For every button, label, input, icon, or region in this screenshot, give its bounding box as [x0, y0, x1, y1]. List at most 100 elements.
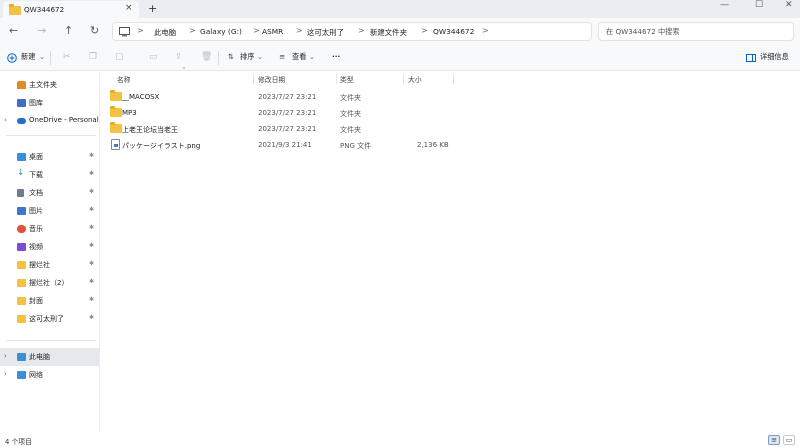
column-divider[interactable]: [453, 74, 454, 84]
expand-chevron-icon[interactable]: ›: [4, 352, 7, 360]
column-header-size[interactable]: 大小: [408, 74, 422, 84]
sidebar-item-pictures[interactable]: 图片 ✱: [0, 202, 99, 220]
tab-qw344672[interactable]: QW344672 ×: [3, 1, 139, 18]
sidebar-item-downloads[interactable]: ↓ 下载 ✱: [0, 166, 99, 184]
sort-button[interactable]: 排序: [240, 52, 254, 62]
toolbar-divider: [50, 51, 51, 65]
file-type: 文件夹: [340, 110, 361, 118]
breadcrumb-separator: >: [253, 26, 260, 35]
sidebar-item-label: 网络: [29, 371, 43, 379]
file-size: 2,136 KB: [417, 141, 449, 149]
back-button[interactable]: ←: [9, 24, 18, 37]
folder-icon: [17, 297, 26, 305]
details-view-button[interactable]: ≡: [768, 435, 780, 445]
copy-icon[interactable]: ❐: [89, 52, 97, 62]
breadcrumb-separator: >: [137, 26, 144, 35]
file-modified: 2021/9/3 21:41: [258, 141, 312, 149]
sidebar-item-videos[interactable]: 视频 ✱: [0, 238, 99, 256]
file-name: __MACOSX: [122, 93, 160, 101]
file-row[interactable]: パッケージイラスト.png 2021/9/3 21:41 PNG 文件 2,13…: [105, 137, 535, 153]
minimize-button[interactable]: —: [720, 0, 729, 14]
sidebar-item-desktop[interactable]: 桌面 ✱: [0, 148, 99, 166]
new-dropdown-chevron-icon[interactable]: ⌄: [39, 52, 45, 61]
column-header-modified[interactable]: 修改日期: [258, 74, 285, 84]
sidebar-item-network[interactable]: › 网络: [0, 366, 99, 384]
pin-icon: ✱: [89, 260, 95, 267]
toolbar-divider: [218, 51, 219, 65]
sidebar-item-label: 桌面: [29, 153, 43, 161]
sort-chevron-icon[interactable]: ⌄: [257, 52, 263, 61]
column-header-name[interactable]: 名称: [117, 74, 131, 84]
folder-icon: [9, 4, 21, 15]
sidebar-item-label: 文档: [29, 189, 43, 197]
new-tab-button[interactable]: +: [148, 2, 157, 15]
folder-icon: [110, 122, 122, 133]
file-row[interactable]: 上老王论坛当老王 2023/7/27 23:21 文件夹: [105, 121, 535, 137]
sidebar-item-home[interactable]: 主文件夹: [0, 76, 99, 94]
view-chevron-icon[interactable]: ⌄: [309, 52, 315, 61]
file-name: パッケージイラスト.png: [122, 142, 201, 150]
sidebar-item-gallery[interactable]: 图库: [0, 94, 99, 112]
sidebar-item-pinned-folder-3[interactable]: 封面 ✱: [0, 292, 99, 310]
file-row[interactable]: __MACOSX 2023/7/27 23:21 文件夹: [105, 89, 535, 105]
breadcrumb-folder-1[interactable]: 这可太刑了: [307, 27, 344, 38]
file-name: MP3: [122, 109, 137, 117]
more-options-button[interactable]: ···: [332, 52, 340, 61]
documents-icon: [17, 189, 24, 197]
view-button[interactable]: 查看: [292, 52, 306, 62]
expand-chevron-icon[interactable]: ›: [4, 370, 7, 378]
forward-button[interactable]: →: [37, 24, 46, 37]
sidebar-item-pinned-folder-1[interactable]: 摆烂社 ✱: [0, 256, 99, 274]
paste-icon[interactable]: ▢: [115, 52, 124, 62]
column-divider[interactable]: [336, 74, 337, 84]
pin-icon: ✱: [89, 224, 95, 231]
details-button[interactable]: 详细信息: [760, 52, 789, 62]
close-window-button[interactable]: ✕: [785, 0, 793, 14]
column-header-type[interactable]: 类型: [340, 74, 354, 84]
breadcrumb-galaxy[interactable]: Galaxy (G:): [200, 27, 242, 36]
pin-icon: ✱: [89, 206, 95, 213]
status-bar: 4 个项目 ≡ ▭: [0, 432, 800, 447]
breadcrumb-new-folder[interactable]: 新建文件夹: [370, 27, 407, 38]
pin-icon: ✱: [89, 278, 95, 285]
new-button[interactable]: 新建: [21, 52, 35, 62]
column-divider[interactable]: [253, 74, 254, 84]
expand-chevron-icon[interactable]: ›: [4, 116, 7, 124]
share-icon[interactable]: ⇪: [175, 52, 183, 62]
file-modified: 2023/7/27 23:21: [258, 109, 317, 117]
pin-icon: ✱: [89, 296, 95, 303]
item-count: 4 个项目: [5, 438, 32, 446]
breadcrumb-expand-chevron[interactable]: >: [482, 26, 489, 35]
tiles-view-button[interactable]: ▭: [783, 435, 795, 445]
sidebar-item-label: 图库: [29, 99, 43, 107]
refresh-button[interactable]: ↻: [90, 24, 99, 37]
sidebar-item-pinned-folder-4[interactable]: 这可太刑了 ✱: [0, 310, 99, 328]
breadcrumb-separator: >: [358, 26, 365, 35]
file-row[interactable]: MP3 2023/7/27 23:21 文件夹: [105, 105, 535, 121]
pane-splitter[interactable]: [99, 72, 100, 432]
file-modified: 2023/7/27 23:21: [258, 93, 317, 101]
rename-icon[interactable]: ▭: [149, 52, 158, 62]
command-bar: 新建 ⌄ ✂ ❐ ▢ ▭ ⇪ 🗑 ⇅ 排序 ⌄ ≡ 查看 ⌄ ··· 详细信息: [0, 45, 800, 71]
computer-icon: [17, 353, 26, 361]
address-bar[interactable]: > 此电脑 > Galaxy (G:) > ASMR > 这可太刑了 > 新建文…: [112, 22, 592, 41]
column-divider[interactable]: [403, 74, 404, 84]
breadcrumb-current[interactable]: QW344672: [433, 27, 474, 36]
videos-icon: [17, 243, 26, 251]
cloud-icon: [17, 118, 26, 124]
sidebar-item-pinned-folder-2[interactable]: 摆烂社（2） ✱: [0, 274, 99, 292]
title-bar: QW344672 × + — ☐ ✕: [0, 0, 800, 18]
sidebar-item-documents[interactable]: 文档 ✱: [0, 184, 99, 202]
search-box[interactable]: 在 QW344672 中搜索: [598, 22, 794, 41]
sidebar-item-this-pc[interactable]: › 此电脑: [0, 348, 99, 366]
tab-close-icon[interactable]: ×: [125, 3, 133, 13]
delete-icon[interactable]: 🗑: [201, 52, 212, 62]
breadcrumb-asmr[interactable]: ASMR: [262, 27, 283, 36]
cut-icon[interactable]: ✂: [63, 52, 71, 62]
maximize-button[interactable]: ☐: [755, 0, 763, 14]
breadcrumb-this-pc[interactable]: 此电脑: [154, 27, 176, 38]
sidebar-item-onedrive[interactable]: › OneDrive - Personal: [0, 112, 99, 130]
up-button[interactable]: ↑: [64, 24, 73, 37]
pictures-icon: [17, 207, 26, 215]
sidebar-item-music[interactable]: 音乐 ✱: [0, 220, 99, 238]
